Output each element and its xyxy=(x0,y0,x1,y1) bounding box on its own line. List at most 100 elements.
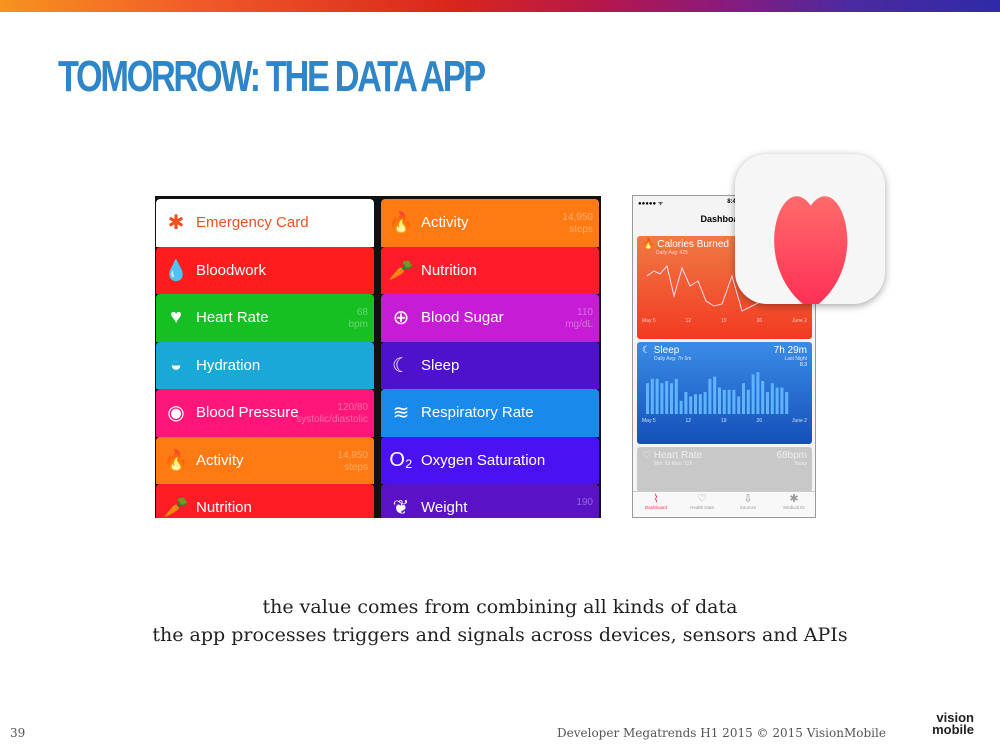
sleep-bar xyxy=(703,392,707,414)
calories-title: Calories Burned xyxy=(657,239,729,250)
sleep-bar xyxy=(746,389,750,414)
category-row-oxygen-saturation[interactable]: O₂ Oxygen Saturation xyxy=(381,436,599,484)
category-value: 120/80 systolic/diastolic xyxy=(296,402,368,425)
category-row-sleep[interactable]: ☾ Sleep xyxy=(381,341,599,389)
footer-text: Developer Megatrends H1 2015 © 2015 Visi… xyxy=(557,726,886,740)
category-row-emergency-card[interactable]: ✱ Emergency Card xyxy=(156,199,374,247)
caption-line-1: the value comes from combining all kinds… xyxy=(262,596,738,618)
sleep-card[interactable]: ☾ Sleep 7h 29m Daily Avg: 7h 6m Last Night… xyxy=(637,342,812,444)
category-label: Hydration xyxy=(196,356,261,374)
sleep-bar xyxy=(650,378,654,414)
x-tick: 26 xyxy=(756,318,763,324)
drop-icon: ◒ xyxy=(169,353,183,376)
tab-medical-id[interactable]: ✱ Medical ID xyxy=(771,492,815,517)
x-tick: 19 xyxy=(721,418,727,424)
heart-icon: ♥ xyxy=(170,306,182,329)
sleep-bar xyxy=(737,396,741,414)
sleep-bar xyxy=(780,387,784,414)
category-value: 68 bpm xyxy=(348,307,368,330)
o2-icon: O₂ xyxy=(389,448,413,471)
tab-sources[interactable]: ⇩ Sources xyxy=(725,492,771,517)
x-tick: 26 xyxy=(756,418,763,424)
tab-health-data[interactable]: ♡ Health Data xyxy=(679,492,725,517)
sleep-bar xyxy=(722,389,726,414)
sleep-bar xyxy=(785,392,789,414)
left-category-list: ✱ Emergency Card 💧 Bloodwork ♥ Heart Rate 68 bp… xyxy=(156,199,374,518)
top-gradient-bar xyxy=(0,0,1000,12)
category-row-activity[interactable]: 🔥 Activity 14,950 steps xyxy=(156,436,374,484)
sleep-bar xyxy=(698,394,702,414)
category-row-nutrition[interactable]: 🥕 Nutrition xyxy=(381,246,599,294)
x-tick: 19 xyxy=(721,318,727,324)
category-row-weight[interactable]: ❦ Weight 190 xyxy=(381,484,599,518)
category-label: Bloodwork xyxy=(196,261,267,279)
drop-plus-icon: ⊕ xyxy=(392,307,410,330)
category-row-blood-pressure[interactable]: ◉ Blood Pressure 120/80 systolic/diastolic xyxy=(156,389,374,437)
slide-title: TOMORROW: THE DATA APP xyxy=(58,52,486,101)
flame-icon: 🔥 xyxy=(388,212,414,235)
category-label: Nutrition xyxy=(421,261,477,279)
status-signal: ●●●●● ᯤ xyxy=(638,201,664,207)
sleep-bar xyxy=(655,378,659,414)
sleep-bar xyxy=(713,376,717,414)
category-row-activity[interactable]: 🔥 Activity 14,950 steps xyxy=(381,199,599,247)
heart-subtitle: Min: 53 Max: 126 xyxy=(654,461,693,467)
sleep-bar xyxy=(646,383,649,414)
sleep-bar xyxy=(670,383,673,414)
heart-rate-card[interactable]: ♡ Heart Rate 68bpm Min: 53 Max: 126 Today xyxy=(637,447,812,492)
feather-icon: ❦ xyxy=(392,497,410,518)
flame-icon: 🔥 xyxy=(163,449,189,472)
sleep-title: Sleep xyxy=(653,345,680,356)
wind-icon: ≋ xyxy=(392,402,410,425)
category-label: Heart Rate xyxy=(196,309,269,327)
sleep-bar xyxy=(689,396,693,414)
carrot-icon: 🥕 xyxy=(163,497,189,518)
category-row-blood-sugar[interactable]: ⊕ Blood Sugar 110 mg/dL xyxy=(381,294,599,342)
category-value: 14,950 steps xyxy=(562,212,593,235)
category-row-heart-rate[interactable]: ♥ Heart Rate 68 bpm xyxy=(156,294,374,342)
page-number: 39 xyxy=(10,726,26,740)
asterisk-icon: ✱ xyxy=(167,212,185,235)
sleep-bar xyxy=(761,381,765,414)
carrot-icon: 🥕 xyxy=(388,259,414,282)
category-row-bloodwork[interactable]: 💧 Bloodwork xyxy=(156,246,374,294)
health-categories-screenshot: ✱ Emergency Card 💧 Bloodwork ♥ Heart Rate 68 bp… xyxy=(155,196,601,518)
sleep-bar xyxy=(660,383,664,414)
sleep-bar xyxy=(694,394,697,414)
tab-icon: ♡ xyxy=(697,493,707,505)
category-label: Weight xyxy=(421,499,468,517)
heart-value: 68bpm xyxy=(776,450,807,461)
x-tick: 12 xyxy=(685,418,692,424)
sleep-bar xyxy=(679,400,683,414)
heart-value-sub: Today xyxy=(793,461,807,467)
category-label: Nutrition xyxy=(196,499,252,517)
moon-icon: ☾ xyxy=(392,354,410,377)
sleep-bar xyxy=(674,378,678,414)
sleep-bar xyxy=(727,389,731,414)
sleep-bar xyxy=(665,381,669,414)
sleep-bar xyxy=(756,372,760,414)
sleep-value-sub: Last Night xyxy=(784,356,807,362)
sleep-bar xyxy=(766,392,769,414)
tab-bar: ⌇ Dashboard ♡ Health Data ⇩ Sources ✱ Medical I… xyxy=(633,491,815,517)
category-value: 110 mg/dL xyxy=(565,307,593,330)
sleep-bar xyxy=(684,392,688,414)
x-tick: May 5 xyxy=(642,318,656,324)
sleep-bar xyxy=(718,387,721,414)
health-app-icon xyxy=(735,154,885,310)
category-label: Respiratory Rate xyxy=(421,404,534,422)
tab-icon: ⌇ xyxy=(653,493,659,505)
tab-dashboard[interactable]: ⌇ Dashboard xyxy=(633,492,679,517)
category-value: 14,950 steps xyxy=(337,449,368,473)
category-row-respiratory-rate[interactable]: ≋ Respiratory Rate xyxy=(381,389,599,437)
category-row-nutrition[interactable]: 🥕 Nutrition xyxy=(156,484,374,518)
x-tick: June 2 xyxy=(791,418,807,424)
category-row-hydration[interactable]: ◒ Hydration xyxy=(156,341,374,389)
category-label: Sleep xyxy=(421,356,460,374)
sleep-value: 7h 29m xyxy=(773,345,807,356)
sleep-bar xyxy=(732,389,736,414)
category-value: 190 xyxy=(576,497,593,508)
sleep-bar xyxy=(708,378,712,414)
thermometer-drop-icon: ◉ xyxy=(167,402,185,425)
category-label: Oxygen Saturation xyxy=(421,451,546,469)
